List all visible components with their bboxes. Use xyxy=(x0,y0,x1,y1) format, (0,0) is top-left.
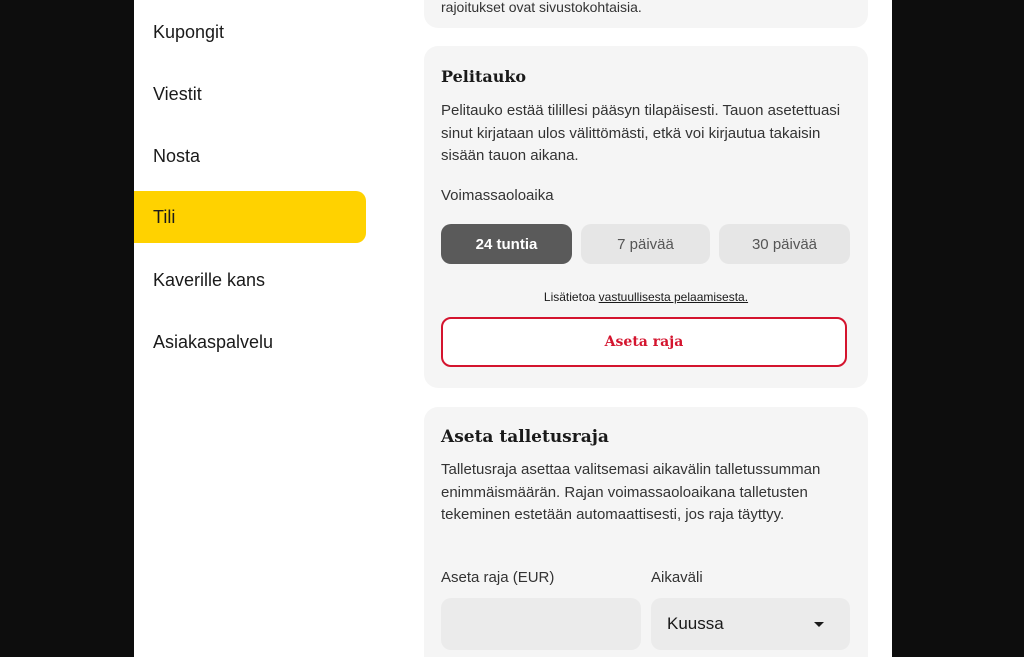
period-select-value: Kuussa xyxy=(667,614,724,633)
sidebar-item-label: Nosta xyxy=(153,145,201,166)
chevron-down-icon xyxy=(814,621,824,627)
amount-label: Aseta raja (EUR) xyxy=(441,569,555,586)
duration-option-7d[interactable]: 7 päivää xyxy=(581,224,710,264)
sidebar-item-kaverille-kans[interactable]: Kaverille kans xyxy=(134,254,366,306)
pelitauko-card: Pelitauko Pelitauko estää tilillesi pääs… xyxy=(424,46,868,388)
sidebar-item-asiakaspalvelu[interactable]: Asiakaspalvelu xyxy=(134,316,366,368)
sidebar-item-viestit[interactable]: Viestit xyxy=(134,68,366,120)
main-content: rajoitukset ovat sivustokohtaisia. Pelit… xyxy=(424,0,868,657)
duration-option-30d[interactable]: 30 päivää xyxy=(719,224,850,264)
pelitauko-title: Pelitauko xyxy=(441,67,527,86)
app-frame: Kupongit Viestit Nosta Tili Kaverille ka… xyxy=(134,0,892,657)
deposit-limit-description: Talletusraja asettaa valitsemasi aikaväl… xyxy=(441,461,821,523)
period-select[interactable]: Kuussa xyxy=(651,598,850,650)
duration-option-label: 24 tuntia xyxy=(475,235,538,253)
sidebar-item-kupongit[interactable]: Kupongit xyxy=(134,6,366,58)
sidebar: Kupongit Viestit Nosta Tili Kaverille ka… xyxy=(134,0,366,657)
deposit-limit-card: Aseta talletusraja Talletusraja asettaa … xyxy=(424,407,868,657)
set-limit-button-label: Aseta raja xyxy=(604,334,684,350)
sidebar-item-label: Kaverille kans xyxy=(153,269,266,290)
sidebar-item-label: Tili xyxy=(153,206,176,227)
set-limit-button[interactable]: Aseta raja xyxy=(441,317,847,367)
amount-input[interactable] xyxy=(441,598,641,650)
limits-card-text: rajoitukset ovat sivustokohtaisia. xyxy=(441,0,642,15)
sidebar-item-label: Asiakaspalvelu xyxy=(153,331,274,352)
responsible-gaming-info: Lisätietoa vastuullisesta pelaamisesta. xyxy=(424,290,868,304)
sidebar-item-label: Viestit xyxy=(153,83,202,104)
responsible-gaming-link[interactable]: vastuullisesta pelaamisesta. xyxy=(599,290,748,304)
pelitauko-description: Pelitauko estää tilillesi pääsyn tilapäi… xyxy=(441,102,841,164)
info-prefix: Lisätietoa xyxy=(543,290,596,304)
sidebar-item-tili[interactable]: Tili xyxy=(134,191,366,243)
duration-label: Voimassaoloaika xyxy=(441,187,554,204)
limits-card: rajoitukset ovat sivustokohtaisia. xyxy=(424,0,868,28)
sidebar-item-nosta[interactable]: Nosta xyxy=(134,130,366,182)
duration-option-label: 7 päivää xyxy=(617,235,674,253)
period-label: Aikaväli xyxy=(651,569,703,586)
deposit-limit-title: Aseta talletusraja xyxy=(441,427,609,447)
duration-option-24h[interactable]: 24 tuntia xyxy=(441,224,572,264)
sidebar-item-label: Kupongit xyxy=(153,21,225,42)
duration-option-label: 30 päivää xyxy=(751,235,818,253)
amount-field[interactable] xyxy=(441,598,641,650)
